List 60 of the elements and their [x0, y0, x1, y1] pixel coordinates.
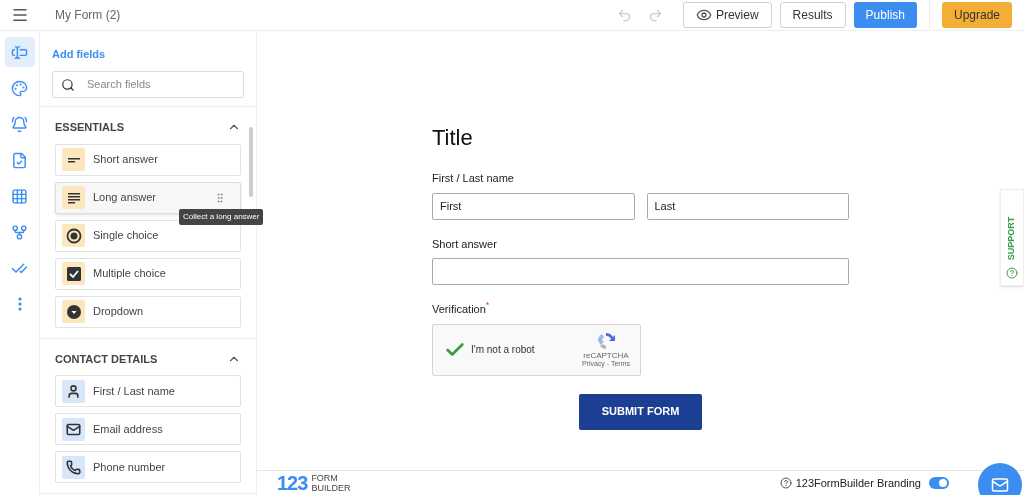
search-field[interactable]: Search fields: [52, 71, 244, 98]
branding-toggle[interactable]: [929, 477, 949, 489]
menu-icon[interactable]: [11, 6, 29, 24]
field-label: Verification*: [432, 301, 491, 317]
support-label: SUPPORT: [1006, 216, 1018, 260]
mail-icon: [991, 476, 1009, 494]
recaptcha-label: reCAPTCHA: [583, 351, 629, 360]
field-label: First / Last name: [432, 171, 515, 186]
more-icon: [17, 297, 22, 311]
field-type-item[interactable]: Phone number: [55, 451, 241, 483]
input-value: Last: [654, 198, 676, 214]
upgrade-button[interactable]: Upgrade: [941, 2, 1012, 28]
field-type-item[interactable]: Multiple choice: [55, 257, 241, 290]
grid-icon: [11, 187, 28, 205]
required-mark: *: [485, 301, 490, 310]
section-title: ESSENTIALS: [55, 120, 125, 135]
form-title: My Form (2): [55, 7, 121, 24]
preview-button[interactable]: Preview: [682, 2, 772, 28]
form-heading: Title: [432, 124, 474, 152]
help-icon[interactable]: [779, 477, 792, 489]
name-input[interactable]: Last: [646, 192, 849, 220]
name-input[interactable]: First: [432, 192, 635, 220]
eye-icon: [695, 7, 712, 23]
field-type-label: Multiple choice: [93, 266, 166, 282]
results-button[interactable]: Results: [779, 2, 846, 28]
branch-icon: [11, 223, 28, 241]
input-value: First: [440, 198, 462, 214]
logo-word: BUILDER: [311, 483, 351, 493]
text-input[interactable]: [432, 258, 849, 285]
field-type-label: First / Last name: [93, 383, 175, 399]
field-type-label: Short answer: [93, 152, 158, 168]
field-type-label: Email address: [93, 421, 163, 437]
field-type-label: Single choice: [93, 228, 159, 244]
checklist-icon: [11, 151, 28, 169]
field-type-label: Long answer: [93, 190, 156, 206]
logo-word: FORM: [311, 473, 339, 483]
field-type-item[interactable]: Email address: [55, 413, 241, 445]
logo-digits: 123: [277, 473, 308, 493]
panel-title: Add fields: [52, 48, 106, 60]
fields-icon: [11, 43, 28, 61]
field-label: Short answer: [432, 236, 498, 252]
bell-icon: [11, 115, 28, 133]
chat-button[interactable]: [978, 463, 1022, 495]
tooltip: Collect a long answer: [179, 208, 264, 225]
section-title: CONTACT DETAILS: [55, 351, 158, 367]
text-lines-icon: [66, 191, 81, 204]
drag-handle-icon[interactable]: [214, 191, 226, 204]
field-type-label: Dropdown: [93, 304, 144, 320]
branding-label: 123FormBuilder Branding: [795, 475, 921, 491]
field-type-label: Phone number: [93, 459, 166, 475]
submit-button[interactable]: SUBMIT FORM: [579, 393, 702, 430]
sidebar-tab[interactable]: [4, 37, 35, 67]
field-type-item[interactable]: Dropdown: [55, 295, 241, 328]
palette-icon: [11, 79, 28, 97]
field-type-item[interactable]: First / Last name: [55, 375, 241, 407]
search-icon: [61, 77, 75, 92]
captcha-text: I'm not a robot: [471, 343, 535, 357]
search-placeholder: Search fields: [87, 77, 151, 93]
field-type-item[interactable]: Short answer: [55, 143, 241, 176]
help-icon: [1006, 267, 1018, 279]
